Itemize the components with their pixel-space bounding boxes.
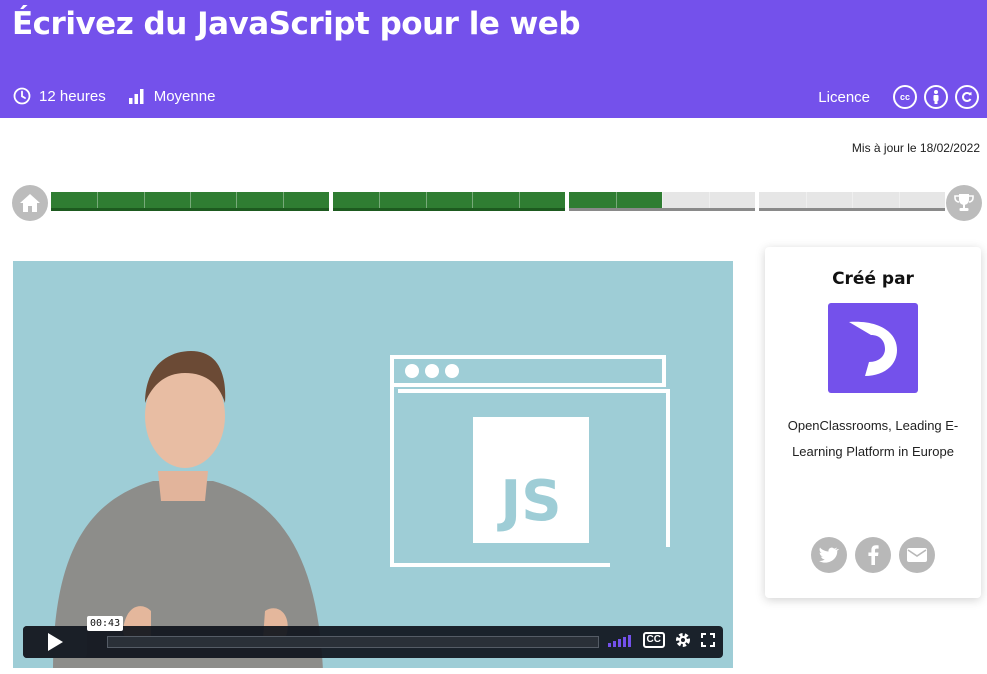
difficulty-label: Moyenne	[153, 87, 216, 105]
progress-segment-3[interactable]	[569, 192, 755, 211]
progress-segment-2[interactable]	[333, 192, 565, 211]
creator-name: OpenClassrooms, Leading E-Learning Platf…	[787, 418, 959, 459]
progress-tick	[806, 192, 807, 208]
progress-tick	[283, 192, 284, 208]
progress-tick	[899, 192, 900, 208]
current-time: 00:43	[87, 616, 124, 631]
share-buttons	[765, 537, 981, 573]
email-icon	[907, 548, 927, 562]
clock-icon	[13, 87, 31, 105]
video-scrubber[interactable]	[107, 636, 599, 648]
progress-tick	[472, 192, 473, 208]
creator-card: Créé par OpenClassrooms, Leading E-Learn…	[765, 247, 981, 598]
openclassrooms-logo[interactable]	[828, 303, 918, 393]
progress-tick	[236, 192, 237, 208]
progress-tick	[144, 192, 145, 208]
video-player[interactable]: JS 00:43 CC	[13, 261, 733, 668]
trophy-icon	[954, 194, 974, 211]
cc-icon[interactable]: cc	[893, 85, 917, 109]
captions-icon[interactable]: CC	[642, 632, 665, 648]
course-title: Écrivez du JavaScript pour le web	[12, 6, 581, 42]
license-label: Licence	[818, 88, 870, 106]
progress-tick	[709, 192, 710, 208]
facebook-icon	[868, 545, 879, 565]
volume-icon[interactable]	[607, 633, 633, 647]
progress-tick	[190, 192, 191, 208]
settings-icon[interactable]	[675, 632, 691, 648]
email-share-button[interactable]	[899, 537, 935, 573]
progress-tick	[662, 192, 663, 208]
progress-fill	[333, 192, 565, 208]
home-button[interactable]	[12, 185, 48, 221]
video-controls: 00:43 CC	[23, 616, 723, 658]
difficulty: Moyenne	[128, 87, 216, 105]
trophy-button[interactable]	[946, 185, 982, 221]
control-icons: CC	[598, 632, 715, 648]
course-header: Écrivez du JavaScript pour le web 12 heu…	[0, 0, 987, 118]
progress-tick	[519, 192, 520, 208]
fullscreen-icon[interactable]	[701, 633, 715, 647]
progress-segment-4[interactable]	[759, 192, 945, 211]
facebook-share-button[interactable]	[855, 537, 891, 573]
progress-tick	[616, 192, 617, 208]
play-button[interactable]	[23, 626, 87, 658]
course-progress	[12, 185, 982, 221]
sa-icon[interactable]	[955, 85, 979, 109]
duration-label: 12 heures	[39, 87, 106, 105]
javascript-illustration: JS	[390, 355, 670, 567]
license: Licence cc	[818, 85, 979, 109]
home-icon	[20, 194, 40, 212]
progress-tick	[852, 192, 853, 208]
progress-segment-1[interactable]	[51, 192, 329, 211]
play-icon	[48, 633, 63, 651]
difficulty-bars-icon	[128, 89, 144, 104]
progress-tick	[379, 192, 380, 208]
creator-heading: Créé par	[832, 269, 914, 289]
instructor-image	[53, 351, 323, 668]
progress-tick	[426, 192, 427, 208]
progress-track	[51, 192, 945, 211]
updated-date: Mis à jour le 18/02/2022	[851, 141, 980, 155]
js-logo-text: JS	[496, 469, 561, 534]
by-icon[interactable]	[924, 85, 948, 109]
duration: 12 heures	[13, 87, 106, 105]
twitter-share-button[interactable]	[811, 537, 847, 573]
progress-tick	[97, 192, 98, 208]
course-meta: 12 heures Moyenne	[13, 87, 237, 105]
twitter-icon	[819, 547, 839, 563]
